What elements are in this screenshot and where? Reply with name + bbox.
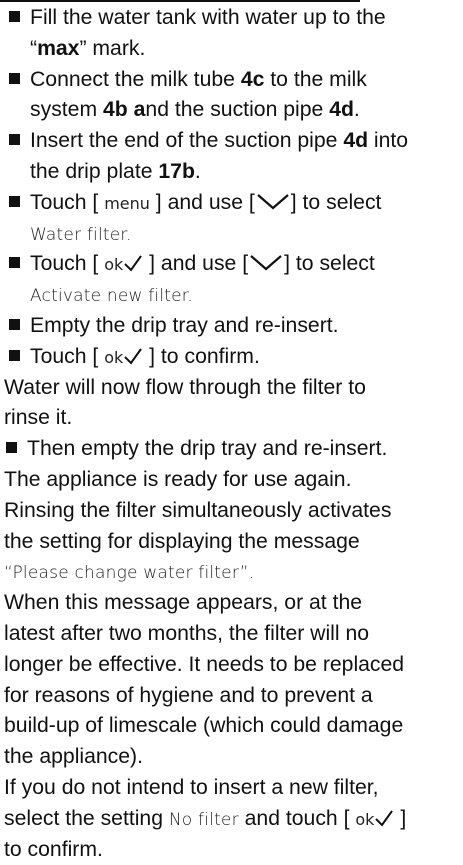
part-ref-17b: 17b: [158, 159, 195, 183]
para-when-message-cont: longer be effective. It needs to be repl…: [4, 652, 405, 676]
setting-no-filter: No filter: [168, 809, 239, 830]
para-when-message-cont: latest after two months, the filter will…: [4, 621, 370, 645]
checkmark-icon: [124, 348, 143, 365]
para-no-filter: If you do not intend to insert a new fil…: [4, 775, 379, 799]
bold-a: a: [133, 98, 146, 122]
step-text-cont: “max” mark.: [9, 34, 461, 65]
step-empty-drip-tray: Empty the drip tray and re-insert.: [9, 311, 461, 342]
step-then-empty: Then empty the drip tray and re-insert.: [6, 434, 461, 465]
part-ref-4c: 4c: [240, 67, 265, 91]
quote-open: “: [30, 36, 38, 60]
step-text: Then empty the drip tray and re-insert.: [27, 437, 388, 461]
bullet-icon: [9, 249, 30, 280]
step-text: ] to select: [284, 252, 375, 276]
message-please-change-filter: “Please change water filter”.: [4, 563, 255, 584]
bullet-icon: [9, 342, 30, 373]
step-insert-suction-pipe: Insert the end of the suction pipe 4d in…: [9, 126, 461, 157]
bullet-icon: [9, 65, 30, 96]
step-activate-new-filter: Touch [ ok ] and use [ ] to select: [9, 249, 461, 280]
para-water-flow-cont: rinse it.: [4, 406, 73, 430]
step-fill-tank: Fill the water tank with water up to the: [9, 3, 461, 34]
part-ref-4b: 4b: [103, 98, 128, 122]
bullet-icon: [9, 311, 30, 342]
step-text: .: [194, 159, 201, 183]
step-text: Insert the end of the suction pipe: [30, 129, 344, 153]
bullet-icon: [9, 188, 30, 219]
step-text-end: ” mark.: [79, 36, 146, 60]
step-text: Touch [: [30, 190, 105, 214]
step-text: system: [30, 98, 103, 122]
para-no-filter-end: to confirm.: [4, 837, 103, 861]
para-text: ]: [394, 806, 407, 830]
step-text: ] to confirm.: [143, 344, 260, 368]
step-connect-milk-tube: Connect the milk tube 4c to the milk: [9, 65, 461, 96]
setting-water-filter: Water filter.: [30, 224, 132, 245]
para-rinsing-cont: the setting for displaying the message: [4, 529, 360, 553]
part-ref-4d: 4d: [329, 98, 354, 122]
step-text: Touch [: [30, 252, 105, 276]
checkmark-icon: [124, 255, 143, 272]
para-no-filter-cont: select the setting No filter and touch […: [4, 804, 461, 835]
para-when-message-cont: the appliance).: [4, 745, 143, 769]
step-text: ] and use [: [149, 190, 255, 214]
step-text: the drip plate: [30, 159, 159, 183]
para-rinsing: Rinsing the filter simultaneously activa…: [4, 498, 392, 522]
bullet-icon: [9, 3, 30, 34]
bullet-icon: [6, 434, 27, 465]
step-text-cont: system 4b and the suction pipe 4d.: [9, 95, 461, 126]
instruction-page: Fill the water tank with water up to the…: [4, 3, 461, 865]
chevron-down-icon: [250, 255, 282, 271]
max-mark-label: max: [37, 36, 80, 60]
step-text: to the milk: [264, 67, 367, 91]
para-ready: The appliance is ready for use again.: [4, 467, 352, 491]
para-text: and touch [: [238, 806, 356, 830]
bullet-icon: [9, 126, 30, 157]
step-text: nd the suction pipe: [145, 98, 330, 122]
step-text-cont: Activate new filter.: [9, 280, 461, 311]
para-when-message: When this message appears, or at the: [4, 591, 363, 615]
step-text: ] and use [: [143, 252, 249, 276]
step-text: into: [368, 129, 409, 153]
ok-key-label: ok: [104, 255, 124, 275]
chevron-down-icon: [257, 193, 289, 210]
part-ref-4d: 4d: [343, 129, 369, 153]
para-text: select the setting: [4, 806, 169, 830]
step-text-cont: Water filter.: [9, 219, 461, 250]
top-rule: [0, 0, 360, 2]
step-text: ] to select: [290, 190, 382, 214]
para-when-message-cont: for reasons of hygiene and to prevent a: [4, 683, 373, 707]
step-touch-ok: Touch [ ok ] to confirm.: [9, 342, 461, 373]
para-water-flow: Water will now flow through the filter t…: [4, 375, 366, 399]
step-text: Touch [: [30, 344, 105, 368]
menu-key-label: menu: [104, 193, 150, 213]
step-text: Connect the milk tube: [30, 67, 241, 91]
display-message: “Please change water filter”.: [4, 557, 461, 588]
step-text: .: [353, 98, 360, 122]
para-when-message-cont: build-up of limescale (which could damag…: [4, 714, 404, 738]
step-text: Fill the water tank with water up to the: [30, 6, 386, 29]
step-text: Empty the drip tray and re-insert.: [30, 313, 339, 337]
checkmark-icon: [375, 810, 394, 827]
step-text-cont: the drip plate 17b.: [9, 157, 461, 188]
ok-key-label: ok: [355, 809, 375, 829]
setting-activate-new-filter: Activate new filter.: [30, 286, 194, 307]
ok-key-label: ok: [104, 347, 124, 367]
step-select-water-filter: Touch [ menu ] and use [ ] to select: [9, 188, 461, 219]
